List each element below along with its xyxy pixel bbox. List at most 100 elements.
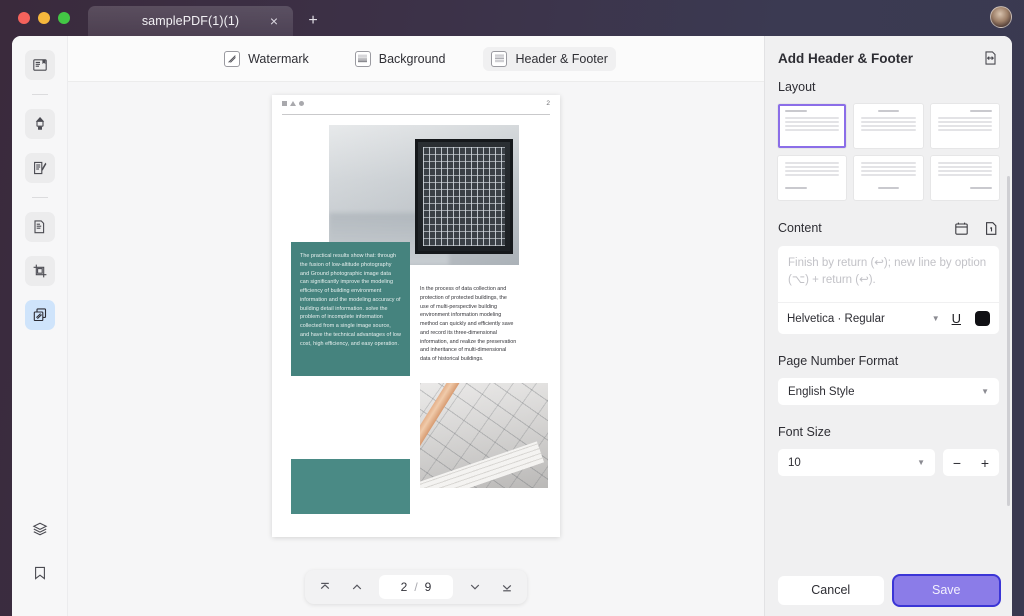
layout-option-footer-center[interactable]: [854, 156, 922, 200]
thumb-body: [785, 162, 839, 187]
next-page-button[interactable]: [465, 577, 485, 597]
sidebar-item-watermark-tool[interactable]: [25, 300, 55, 330]
font-size-stepper: − +: [943, 449, 999, 476]
pdf-page-number: 2: [546, 101, 550, 108]
header-footer-panel: Add Header & Footer Layout: [764, 36, 1012, 616]
edit-document-icon: [32, 160, 48, 176]
font-size-value: 10: [788, 457, 801, 469]
thumb-body: [861, 117, 915, 142]
thumb-body: [861, 162, 915, 187]
sidebar-item-crop-tool[interactable]: [25, 256, 55, 286]
header-mark-circle: [299, 101, 304, 106]
page-separator: /: [414, 580, 417, 594]
layout-option-footer-right[interactable]: [931, 156, 999, 200]
content-section-header: Content: [778, 220, 999, 236]
header-mark-square: [282, 101, 287, 106]
font-toolbar: Helvetica · Regular ▼ U: [778, 302, 999, 334]
crop-icon: [32, 263, 48, 279]
panel-footer: Cancel Save: [765, 564, 1012, 616]
collapse-panel-icon[interactable]: [982, 49, 1000, 67]
app-body: Watermark Background: [12, 36, 1012, 616]
font-size-row: 10 ▼ − +: [778, 449, 999, 476]
layout-option-header-left[interactable]: [778, 104, 846, 148]
app-window: samplePDF(1)(1) × +: [0, 0, 1024, 616]
content-editor-card: Finish by return (↩); new line by option…: [778, 246, 999, 334]
font-size-decrease-button[interactable]: −: [947, 456, 967, 470]
tool-background[interactable]: Background: [347, 47, 454, 71]
page-number-input[interactable]: 2 / 9: [379, 575, 453, 599]
content-textarea[interactable]: Finish by return (↩); new line by option…: [778, 246, 999, 302]
thumb-body: [785, 117, 839, 142]
watermark-pages-icon: [32, 307, 48, 323]
center-column: Watermark Background: [68, 36, 764, 616]
rail-divider: [32, 94, 48, 95]
font-name-label[interactable]: Helvetica · Regular: [787, 313, 885, 325]
layout-option-footer-left[interactable]: [778, 156, 846, 200]
chevron-down-icon: ▼: [917, 458, 925, 467]
first-page-button[interactable]: [315, 577, 335, 597]
watermark-icon: [224, 51, 240, 67]
text-color-swatch[interactable]: [975, 311, 990, 326]
highlighter-icon: [32, 116, 48, 132]
bookmark-icon: [32, 565, 48, 581]
tool-header-footer-label: Header & Footer: [515, 52, 607, 66]
pdf-teal-paragraph: The practical results show that: through…: [300, 252, 401, 348]
panel-scrollbar[interactable]: [1007, 176, 1010, 506]
page-number-format-select[interactable]: English Style ▼: [778, 378, 999, 405]
font-size-increase-button[interactable]: +: [975, 456, 995, 470]
content-insert-icons: [953, 220, 999, 236]
page-number-format-value: English Style: [788, 386, 854, 398]
sidebar-item-layers[interactable]: [25, 514, 55, 544]
calendar-icon[interactable]: [953, 220, 969, 236]
underline-button[interactable]: U: [952, 312, 961, 325]
sidebar-item-bookmarks[interactable]: [25, 558, 55, 588]
document-tab[interactable]: samplePDF(1)(1) ×: [88, 6, 293, 36]
layout-option-header-right[interactable]: [931, 104, 999, 148]
traffic-lights: [18, 12, 70, 24]
tool-header-footer[interactable]: Header & Footer: [483, 47, 615, 71]
pdf-photo-blueprint: [420, 383, 548, 488]
pdf-header-marks: [282, 101, 304, 106]
font-size-select[interactable]: 10 ▼: [778, 449, 935, 476]
thumb-body: [938, 117, 992, 142]
tool-watermark-label: Watermark: [248, 52, 309, 66]
page-number-icon[interactable]: [983, 220, 999, 236]
sidebar-item-reader-mode[interactable]: [25, 50, 55, 80]
thumb-header-text: [878, 110, 900, 112]
panel-body: Layout: [765, 80, 1012, 564]
last-page-button[interactable]: [497, 577, 517, 597]
minimize-window-button[interactable]: [38, 12, 50, 24]
monitor-graphic: [415, 139, 513, 254]
panel-title: Add Header & Footer: [778, 51, 913, 66]
cancel-button[interactable]: Cancel: [778, 576, 884, 605]
left-rail: [12, 36, 68, 616]
sidebar-item-edit-tool[interactable]: [25, 153, 55, 183]
thumb-footer-text: [878, 187, 900, 189]
background-icon: [355, 51, 371, 67]
panel-header: Add Header & Footer: [765, 36, 1012, 80]
thumb-footer-text: [970, 187, 992, 189]
page-number-format-label: Page Number Format: [778, 354, 999, 368]
save-button[interactable]: Save: [894, 576, 1000, 605]
document-tab-label: samplePDF(1)(1): [142, 14, 239, 28]
layout-option-header-center[interactable]: [854, 104, 922, 148]
content-section-label: Content: [778, 221, 822, 235]
pdf-page-header: 2: [282, 101, 550, 115]
previous-page-button[interactable]: [347, 577, 367, 597]
document-viewport[interactable]: 2 The practical results show that: throu…: [68, 82, 764, 616]
current-page-value: 2: [401, 580, 408, 594]
pdf-teal-textbox: The practical results show that: through…: [291, 242, 410, 376]
chevron-down-icon[interactable]: ▼: [932, 314, 940, 323]
new-tab-icon[interactable]: +: [305, 13, 321, 29]
avatar[interactable]: [990, 6, 1012, 28]
sidebar-item-ocr-tool[interactable]: [25, 212, 55, 242]
sidebar-item-highlight-tool[interactable]: [25, 109, 55, 139]
close-tab-icon[interactable]: ×: [267, 14, 281, 28]
font-size-label: Font Size: [778, 425, 999, 439]
close-window-button[interactable]: [18, 12, 30, 24]
title-bar: samplePDF(1)(1) × +: [0, 0, 1024, 36]
maximize-window-button[interactable]: [58, 12, 70, 24]
left-rail-bottom: [12, 514, 68, 602]
pdf-page[interactable]: 2 The practical results show that: throu…: [272, 95, 560, 537]
tool-watermark[interactable]: Watermark: [216, 47, 317, 71]
